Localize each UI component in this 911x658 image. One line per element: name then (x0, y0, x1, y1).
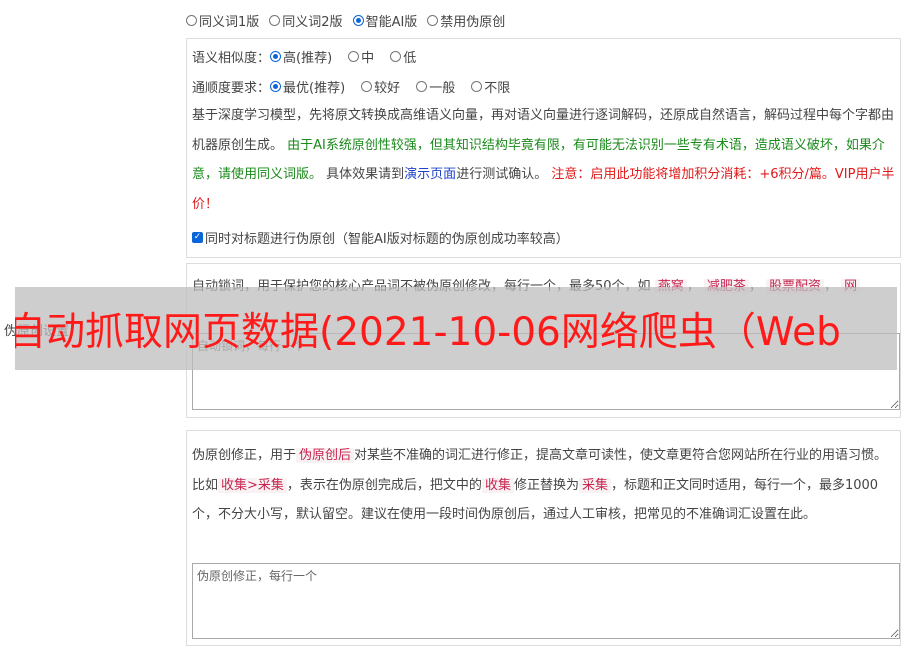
mode-radio-synonym2[interactable] (269, 15, 281, 26)
correction-kw-1: 伪原创后 (296, 448, 355, 463)
similarity-row: 语义相似度： 高(推荐) 中 低 (192, 47, 426, 66)
mode-option-disable[interactable]: 禁用伪原创 (427, 11, 505, 30)
similarity-label: 语义相似度： (192, 51, 271, 66)
similarity-radio-medium[interactable] (348, 51, 360, 62)
mode-radio-disable[interactable] (427, 15, 439, 26)
correction-description: 伪原创修正，用于 伪原创后 对某些不准确的词汇进行修正，提高文章可读性，使文章更符合… (192, 448, 888, 522)
mode-radio-ai[interactable] (352, 15, 364, 26)
overlay-banner: 自动抓取网页数据(2021-10-06网络爬虫（Web (15, 287, 897, 370)
title-option-row: ✓ 同时对标题进行伪原创（智能AI版对标题的伪原创成功率较高） (192, 228, 569, 247)
similarity-high[interactable]: 高(推荐) (270, 47, 332, 66)
correction-kw-3: 收集 (481, 477, 514, 493)
mode-selector: 同义词1版 同义词2版 智能AI版 禁用伪原创 (186, 11, 515, 30)
fluency-radio-any[interactable] (471, 81, 483, 92)
similarity-radio-high[interactable] (270, 51, 282, 62)
ai-description: 基于深度学习模型，先将原文转换成高维语义向量，再对语义向量进行逐词解码，还原成自… (192, 108, 895, 212)
similarity-medium[interactable]: 中 (348, 47, 374, 66)
fluency-radio-good[interactable] (361, 81, 373, 92)
correction-input[interactable] (192, 563, 900, 639)
overlay-banner-text: 自动抓取网页数据(2021-10-06网络爬虫（Web (15, 310, 841, 355)
fluency-any[interactable]: 不限 (471, 77, 510, 96)
correction-kw-2: 收集>采集 (218, 477, 287, 493)
fluency-good[interactable]: 较好 (361, 77, 400, 96)
similarity-low[interactable]: 低 (390, 47, 416, 66)
demo-page-link[interactable]: 演示页面 (404, 167, 456, 182)
fluency-normal[interactable]: 一般 (416, 77, 455, 96)
fluency-radio-normal[interactable] (416, 81, 428, 92)
fluency-row: 通顺度要求： 最优(推荐) 较好 一般 不限 (192, 77, 520, 96)
mode-radio-synonym1[interactable] (186, 15, 197, 26)
mode-option-synonym2[interactable]: 同义词2版 (269, 11, 343, 30)
title-option-label: 同时对标题进行伪原创（智能AI版对标题的伪原创成功率较高） (205, 232, 569, 247)
mode-option-ai[interactable]: 智能AI版 (352, 11, 417, 30)
fluency-label: 通顺度要求： (192, 81, 271, 96)
mode-option-synonym1[interactable]: 同义词1版 (186, 11, 259, 30)
fluency-best[interactable]: 最优(推荐) (270, 77, 345, 96)
similarity-radio-low[interactable] (390, 51, 402, 62)
fluency-radio-best[interactable] (270, 81, 282, 92)
correction-kw-4: 采集 (578, 477, 611, 493)
title-checkbox[interactable]: ✓ (192, 232, 203, 243)
